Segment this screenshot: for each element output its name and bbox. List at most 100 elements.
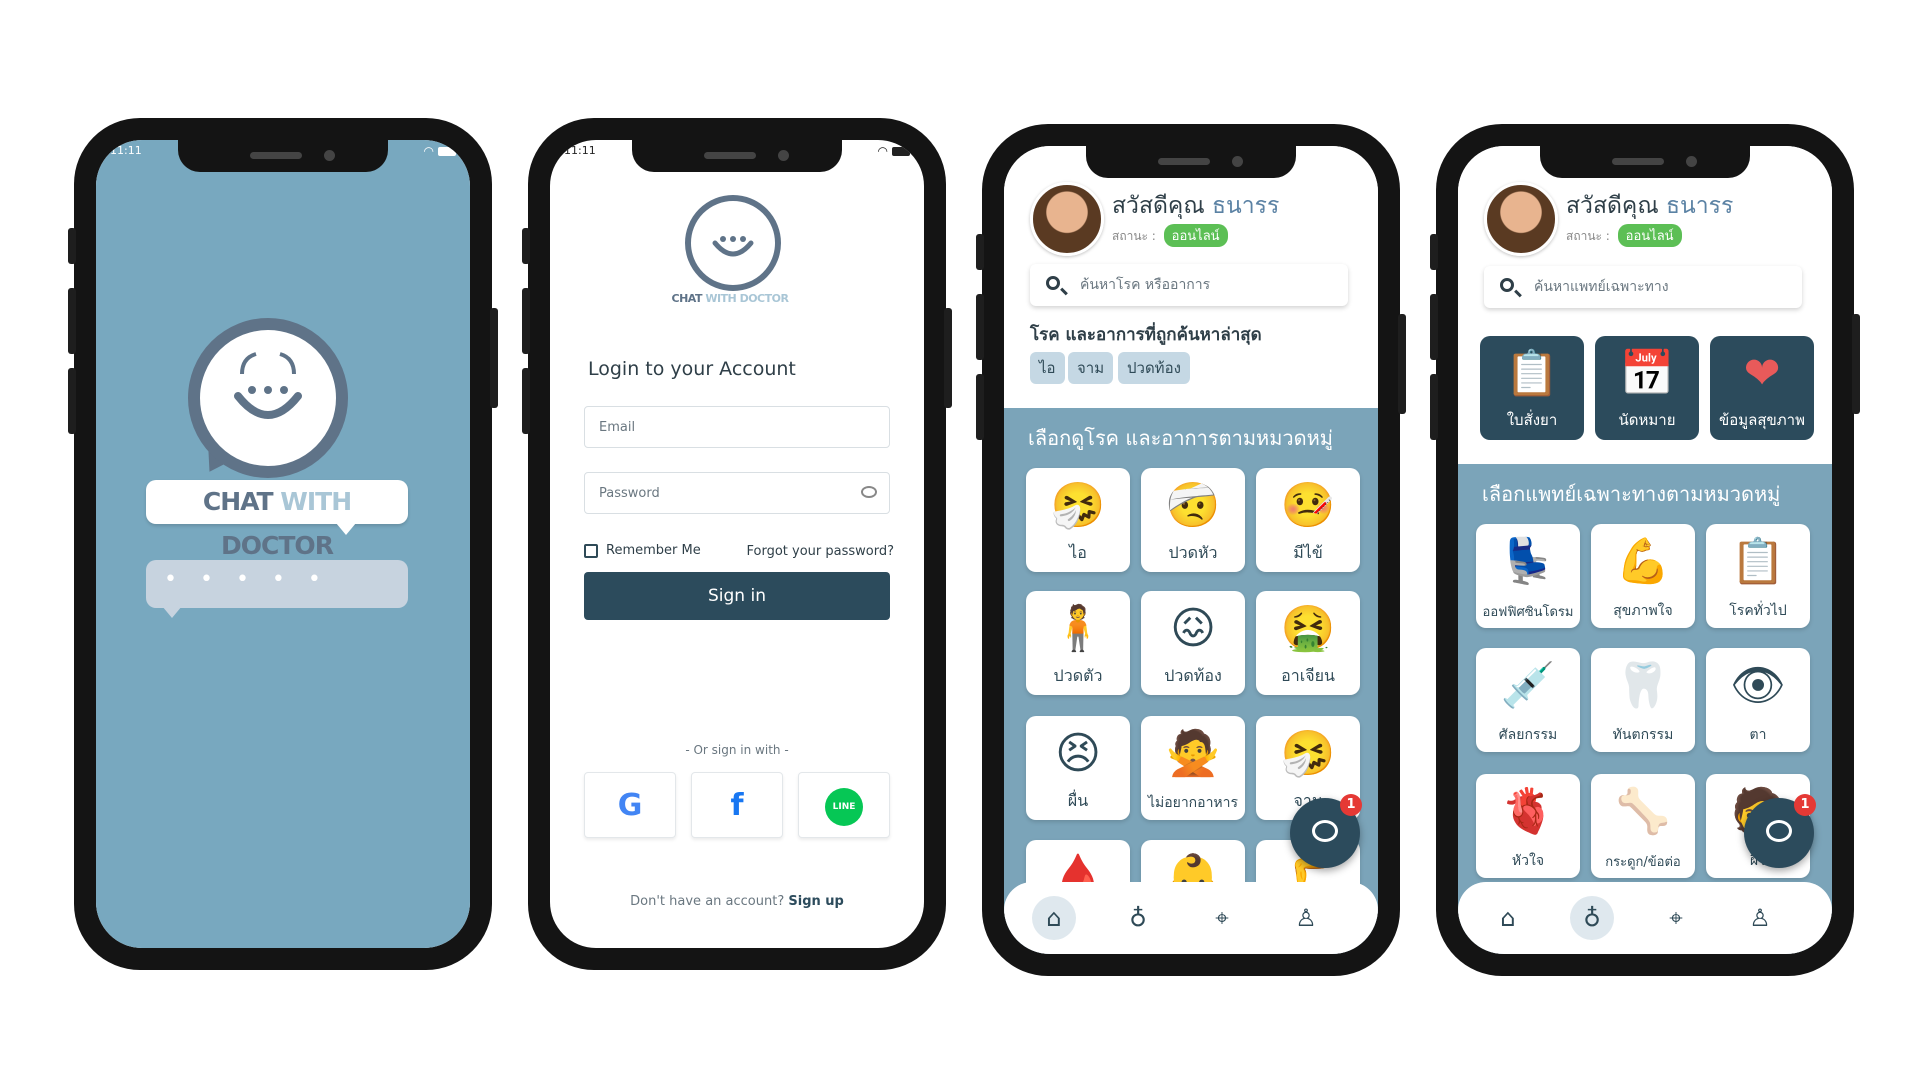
no-account-text: Don't have an account?	[630, 894, 785, 909]
stethoscope-icon[interactable]: ♁	[1116, 896, 1160, 940]
stethoscope-icon[interactable]: ♁	[1570, 896, 1614, 940]
user-name: ธนารร	[1211, 193, 1280, 219]
chat-fab[interactable]: 1	[1290, 794, 1362, 868]
greeting-text: สวัสดีคุณ	[1566, 193, 1659, 219]
splash-screen: 11:11 ◠ CHAT WITH DOCTOR • • • • •	[96, 140, 470, 948]
line-button[interactable]: LINE	[798, 772, 890, 838]
password-placeholder: Password	[599, 486, 660, 501]
eye-icon[interactable]	[861, 486, 877, 498]
app-title-part2: WITH	[280, 487, 352, 516]
home-screen: สวัสดีคุณ ธนารร สถานะ : ออนไลน์ ค้นหาโรค…	[1004, 146, 1378, 954]
prescription-icon: 📋	[1504, 348, 1560, 399]
category-area: เลือกแพทย์เฉพาะทางตามหมวดหมู่ 💺 ออฟฟิศซิน…	[1458, 464, 1832, 954]
wifi-icon: ◠	[877, 144, 888, 158]
status-badge: ออนไลน์	[1163, 224, 1228, 247]
specialty-tile-dental[interactable]: 🦷 ทันตกรรม	[1591, 648, 1695, 752]
symptom-tile-no-appetite[interactable]: 🙅 ไม่อยากอาหาร	[1141, 716, 1245, 820]
remember-checkbox[interactable]	[584, 544, 598, 558]
app-title-part1: CHAT	[202, 487, 274, 516]
specialty-tile-mental-health[interactable]: 💪 สุขภาพใจ	[1591, 524, 1695, 628]
search-input[interactable]: ค้นหาโรค หรืออาการ	[1030, 264, 1348, 306]
home-icon[interactable]: ⌂	[1032, 896, 1076, 940]
avatar[interactable]	[1484, 182, 1558, 256]
bottom-nav: ⌂ ♁ ⌖ ♙	[1458, 882, 1832, 954]
heart-icon: 🫀	[1500, 786, 1556, 837]
map-pin-icon[interactable]: ⌖	[1654, 896, 1698, 940]
logo-text-part1: CHAT	[671, 292, 703, 305]
calendar-icon: 📅	[1619, 348, 1675, 399]
sneeze-icon: 🤧	[1280, 728, 1336, 779]
line-icon: LINE	[825, 787, 863, 826]
greeting: สวัสดีคุณ ธนารร	[1112, 188, 1279, 224]
notch	[178, 140, 388, 172]
title-bubble-tail	[336, 523, 356, 535]
home-icon[interactable]: ⌂	[1486, 896, 1530, 940]
chat-fab[interactable]: 1	[1744, 794, 1816, 868]
logo-icon	[685, 195, 781, 291]
google-button[interactable]: G	[584, 772, 676, 838]
password-field[interactable]: Password	[584, 472, 890, 514]
specialty-tile-eye[interactable]: 👁 ตา	[1706, 648, 1810, 752]
profile-icon[interactable]: ♙	[1738, 896, 1782, 940]
symptom-tile-rash[interactable]: 😣 ผื่น	[1026, 716, 1130, 820]
prescription-button[interactable]: 📋 ใบสั่งยา	[1480, 336, 1584, 440]
profile-icon[interactable]: ♙	[1284, 896, 1328, 940]
phone-doctor: สวัสดีคุณ ธนารร สถานะ : ออนไลน์ ค้นหาแพท…	[1430, 124, 1860, 976]
map-pin-icon[interactable]: ⌖	[1200, 896, 1244, 940]
notch	[632, 140, 842, 172]
vomit-icon: 🤮	[1280, 603, 1336, 654]
avatar[interactable]	[1030, 182, 1104, 256]
tile-label: ตา	[1749, 727, 1767, 743]
google-icon: G	[617, 788, 643, 823]
forgot-password-link[interactable]: Forgot your password?	[746, 544, 894, 559]
tile-label: โรคทั่วไป	[1729, 603, 1787, 619]
specialty-tile-office-syndrome[interactable]: 💺 ออฟฟิศซินโดรม	[1476, 524, 1580, 628]
recent-title: โรค และอาการที่ถูกค้นหาล่าสุด	[1030, 325, 1262, 345]
rash-icon: 😣	[1055, 728, 1101, 779]
specialty-tile-heart[interactable]: 🫀 หัวใจ	[1476, 774, 1580, 878]
doctor-header: สวัสดีคุณ ธนารร สถานะ : ออนไลน์ ค้นหาแพท…	[1458, 146, 1832, 486]
facebook-button[interactable]: f	[691, 772, 783, 838]
phone-splash: 11:11 ◠ CHAT WITH DOCTOR • • • • •	[68, 118, 498, 970]
recent-chip[interactable]: จาม	[1068, 352, 1114, 384]
specialty-tile-surgery[interactable]: 💉 ศัลยกรรม	[1476, 648, 1580, 752]
email-field[interactable]: Email	[584, 406, 890, 448]
symptom-tile-headache[interactable]: 🤕 ปวดหัว	[1141, 468, 1245, 572]
phone-home: สวัสดีคุณ ธนารร สถานะ : ออนไลน์ ค้นหาโรค…	[976, 124, 1406, 976]
bottom-nav: ⌂ ♁ ⌖ ♙	[1004, 882, 1378, 954]
home-header: สวัสดีคุณ ธนารร สถานะ : ออนไลน์ ค้นหาโรค…	[1004, 146, 1378, 426]
or-sign-in-label: - Or sign in with -	[685, 743, 789, 757]
sign-in-button[interactable]: Sign in	[584, 572, 890, 620]
remember-label[interactable]: Remember Me	[606, 543, 701, 558]
search-placeholder: ค้นหาโรค หรืออาการ	[1080, 277, 1211, 293]
quick-label: ใบสั่งยา	[1506, 411, 1558, 429]
symptom-tile-vomit[interactable]: 🤮 อาเจียน	[1256, 591, 1360, 695]
health-info-button[interactable]: ❤ ข้อมูลสุขภาพ	[1710, 336, 1814, 440]
battery-icon	[892, 147, 910, 156]
recent-chip[interactable]: ปวดท้อง	[1118, 352, 1190, 384]
chat-icon	[1312, 820, 1338, 842]
symptom-tile-stomachache[interactable]: 😖 ปวดท้อง	[1141, 591, 1245, 695]
search-input[interactable]: ค้นหาแพทย์เฉพาะทาง	[1484, 266, 1802, 308]
search-placeholder: ค้นหาแพทย์เฉพาะทาง	[1534, 279, 1669, 295]
heart-hand-icon: ❤	[1743, 348, 1781, 399]
specialty-tile-general[interactable]: 📋 โรคทั่วไป	[1706, 524, 1810, 628]
symptom-tile-fever[interactable]: 🤒 มีไข้	[1256, 468, 1360, 572]
tile-label: ปวดหัว	[1168, 543, 1218, 562]
stomachache-icon: 😖	[1170, 603, 1216, 654]
logo-text: CHAT WITH DOCTOR	[630, 292, 830, 305]
tile-label: มีไข้	[1293, 543, 1323, 562]
recent-chip[interactable]: ไอ	[1030, 352, 1065, 384]
notification-badge: 1	[1340, 794, 1362, 816]
app-title-part3: DOCTOR	[221, 531, 334, 560]
quick-label: นัดหมาย	[1618, 411, 1676, 429]
sign-up-link[interactable]: Sign up	[788, 894, 843, 909]
symptom-tile-body-ache[interactable]: 🧍 ปวดตัว	[1026, 591, 1130, 695]
specialty-tile-bone[interactable]: 🦴 กระดูก/ข้อต่อ	[1591, 774, 1695, 878]
appointment-button[interactable]: 📅 นัดหมาย	[1595, 336, 1699, 440]
status-time: 11:11	[110, 144, 142, 157]
fever-icon: 🤒	[1280, 480, 1336, 531]
doctor-screen: สวัสดีคุณ ธนารร สถานะ : ออนไลน์ ค้นหาแพท…	[1458, 146, 1832, 954]
category-title: เลือกแพทย์เฉพาะทางตามหมวดหมู่	[1482, 482, 1781, 506]
symptom-tile-cough[interactable]: 🤧 ไอ	[1026, 468, 1130, 572]
